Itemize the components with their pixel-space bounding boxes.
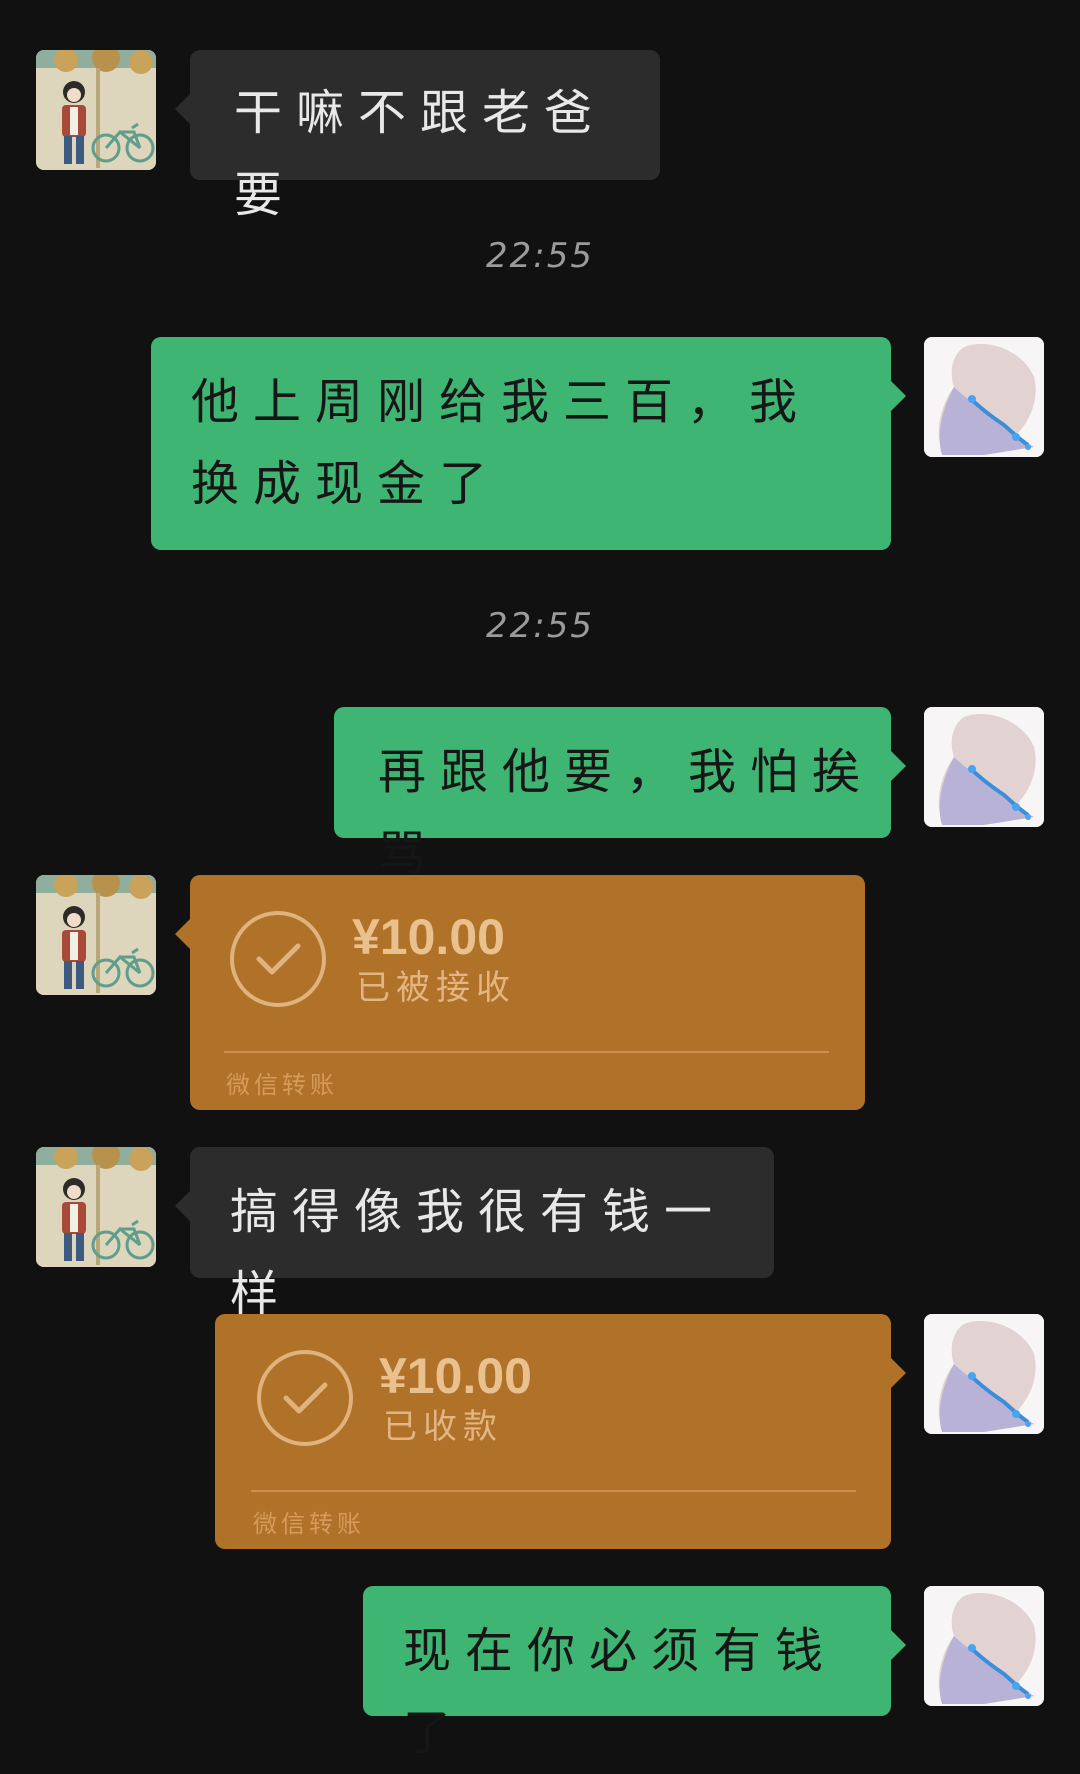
- message-bubble-outgoing[interactable]: 再跟他要，我怕挨骂: [334, 707, 906, 882]
- ghost-figure-icon: [924, 1314, 1044, 1434]
- message-bubble-outgoing[interactable]: 现在你必须有钱了: [363, 1586, 906, 1761]
- contact-avatar[interactable]: [36, 1147, 156, 1267]
- checkmark-circle-icon: [257, 1350, 353, 1446]
- checkmark-circle-icon: [230, 911, 326, 1007]
- message-text: 现在你必须有钱了: [403, 1623, 838, 1761]
- divider: [224, 1051, 829, 1053]
- ghost-figure-icon: [924, 707, 1044, 827]
- message-text: 他上周刚给我三百，我换成现金了: [191, 374, 812, 512]
- message-bubble-incoming[interactable]: 搞得像我很有钱一样: [175, 1147, 774, 1322]
- transfer-amount: ¥10.00: [352, 909, 505, 965]
- message-bubble-incoming[interactable]: 干嘛不跟老爸要: [175, 50, 660, 223]
- my-avatar[interactable]: [924, 1314, 1044, 1434]
- girl-with-bicycle-icon: [36, 1147, 156, 1267]
- girl-with-bicycle-icon: [36, 50, 156, 170]
- contact-avatar[interactable]: [36, 50, 156, 170]
- transfer-amount: ¥10.00: [379, 1348, 532, 1404]
- message-timestamp: 22:55: [486, 236, 594, 276]
- ghost-figure-icon: [924, 337, 1044, 457]
- ghost-figure-icon: [924, 1586, 1044, 1706]
- my-avatar[interactable]: [924, 1586, 1044, 1706]
- transfer-service-label: 微信转账: [226, 1071, 338, 1099]
- divider: [251, 1490, 856, 1492]
- girl-with-bicycle-icon: [36, 875, 156, 995]
- transfer-service-label: 微信转账: [253, 1510, 365, 1538]
- message-text: 再跟他要，我怕挨骂: [378, 744, 875, 882]
- message-text: 干嘛不跟老爸要: [234, 85, 607, 223]
- my-avatar[interactable]: [924, 337, 1044, 457]
- contact-avatar[interactable]: [36, 875, 156, 995]
- message-bubble-outgoing[interactable]: 他上周刚给我三百，我换成现金了: [151, 337, 906, 550]
- message-timestamp: 22:55: [486, 606, 594, 646]
- my-avatar[interactable]: [924, 707, 1044, 827]
- message-text: 搞得像我很有钱一样: [230, 1184, 727, 1322]
- transfer-card[interactable]: ¥10.00 已收款 微信转账: [215, 1314, 906, 1549]
- transfer-status: 已被接收: [356, 968, 516, 1008]
- transfer-status: 已收款: [383, 1407, 503, 1447]
- transfer-card[interactable]: ¥10.00 已被接收 微信转账: [175, 875, 865, 1110]
